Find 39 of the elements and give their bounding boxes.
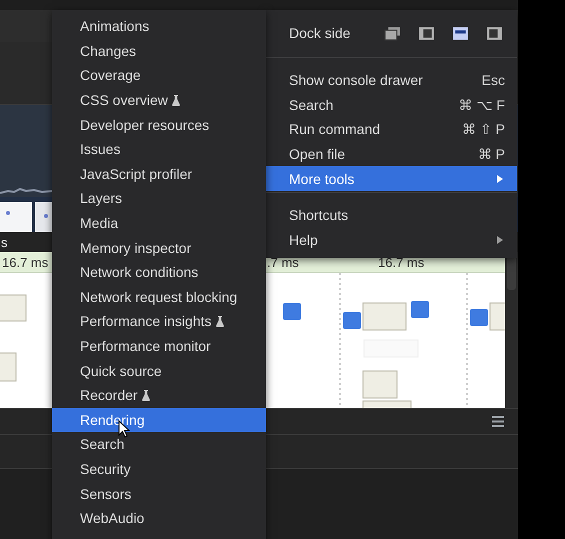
menu-icon[interactable] <box>492 416 504 427</box>
dock-right-icon[interactable] <box>486 26 504 40</box>
menu-item[interactable]: JavaScript profiler <box>52 162 266 186</box>
menu-item[interactable]: Rendering <box>52 408 266 432</box>
dock-side-label: Dock side <box>289 25 350 41</box>
menu-item[interactable]: Network request blocking <box>52 284 266 310</box>
menu-item[interactable]: More tools <box>266 166 517 191</box>
menu-item[interactable]: Search ⌘ ⌥ F <box>266 92 517 118</box>
menu-item[interactable]: Coverage <box>52 63 266 88</box>
menu-item[interactable]: Run command ⌘ ⇧ P <box>266 117 517 142</box>
menu-item[interactable]: Show console drawer Esc <box>266 68 517 93</box>
dock-left-icon[interactable] <box>418 26 436 40</box>
menu-item[interactable]: Changes <box>52 38 266 64</box>
menu-item[interactable]: Sensors <box>52 481 266 506</box>
section-label: s <box>1 234 8 250</box>
menu-item[interactable]: Security <box>52 456 266 482</box>
menu-item[interactable]: Animations <box>52 14 266 39</box>
dock-bottom-icon[interactable] <box>452 26 470 40</box>
menu-item[interactable]: Open file ⌘ P <box>266 142 517 166</box>
menu-item[interactable]: Memory inspector <box>52 235 266 260</box>
menu-item[interactable]: WebAudio <box>52 506 266 530</box>
dock-undock-icon[interactable] <box>384 26 402 40</box>
menu-item[interactable]: Layers <box>52 186 266 211</box>
frame-time: 16.7 ms <box>2 254 48 270</box>
menu-item[interactable]: Developer resources <box>52 112 266 137</box>
menu-item[interactable]: CSS overview <box>52 88 266 112</box>
menu-item[interactable]: Media <box>52 210 266 236</box>
menu-item[interactable]: Help <box>266 228 517 252</box>
scrollbar-thumb[interactable] <box>507 256 516 290</box>
menu-item[interactable]: Shortcuts <box>266 202 517 228</box>
menu-item[interactable]: Search <box>52 432 266 457</box>
menu-item[interactable]: Performance monitor <box>52 334 266 358</box>
menu-item[interactable]: Network conditions <box>52 260 266 285</box>
menu-item[interactable]: Issues <box>52 136 266 162</box>
frame-time: 16.7 ms <box>378 254 424 270</box>
menu-item[interactable]: Quick source <box>52 358 266 383</box>
menu-item[interactable]: Performance insights <box>52 309 266 334</box>
frame-time: .7 ms <box>267 254 299 270</box>
menu-item[interactable]: Recorder <box>52 382 266 408</box>
